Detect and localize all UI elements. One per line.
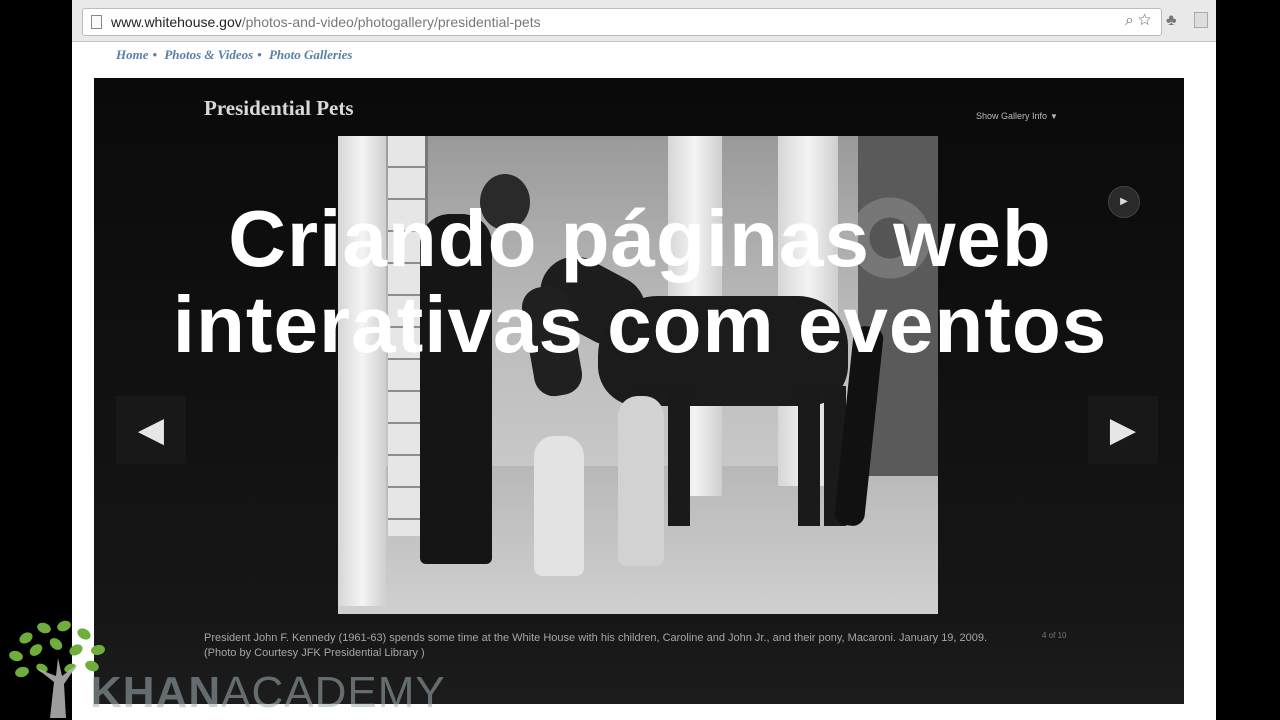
breadcrumb: Home • Photos & Videos • Photo Galleries — [116, 47, 356, 63]
url-text[interactable]: www.whitehouse.gov/photos-and-video/phot… — [111, 14, 541, 30]
breadcrumb-separator: • — [257, 47, 262, 62]
page-icon — [91, 15, 102, 29]
breadcrumb-photo-galleries[interactable]: Photo Galleries — [269, 47, 352, 62]
breadcrumb-photos-videos[interactable]: Photos & Videos — [164, 47, 253, 62]
breadcrumb-separator: • — [152, 47, 158, 62]
extension-puzzle-icon[interactable]: ♣ — [1166, 12, 1177, 30]
photo-child — [534, 436, 584, 576]
wordmark-khan: KHAN — [90, 668, 222, 717]
photo-caption: President John F. Kennedy (1961-63) spen… — [204, 632, 988, 659]
gallery-title: Presidential Pets — [204, 96, 354, 120]
zoom-icon[interactable]: ⌕ — [1125, 12, 1138, 29]
show-gallery-info-toggle[interactable]: Show Gallery Info ▼ — [976, 111, 1058, 121]
photo-counter: 4 of 10 — [1042, 631, 1067, 640]
previous-photo-button[interactable]: ◀ — [116, 396, 186, 464]
omnibox-icons: ⌕☆ — [1125, 12, 1155, 30]
overlay-title-line-2: interativas com eventos — [172, 280, 1108, 369]
photo-child — [618, 396, 664, 566]
chevron-left-icon: ◀ — [137, 411, 165, 449]
next-photo-button[interactable]: ▶ — [1088, 396, 1158, 464]
photo-pony-leg — [668, 386, 690, 526]
photo-pony-leg — [798, 386, 820, 526]
url-host: www.whitehouse.gov — [111, 14, 242, 30]
video-title-overlay: Criando páginas web interativas com even… — [0, 196, 1280, 368]
browser-toolbar: www.whitehouse.gov/photos-and-video/phot… — [72, 0, 1216, 42]
overlay-title-line-1: Criando páginas web — [228, 194, 1052, 283]
breadcrumb-home[interactable]: Home — [116, 47, 149, 62]
address-bar[interactable]: www.whitehouse.gov/photos-and-video/phot… — [82, 8, 1162, 36]
khan-academy-wordmark: KHANACADEMY — [90, 668, 446, 718]
chevron-right-icon: ▶ — [1109, 411, 1137, 449]
gallery-info-label: Show Gallery Info — [976, 111, 1048, 121]
photo-gallery: Presidential Pets Show Gallery Info ▼ ▶ ◀… — [94, 78, 1184, 704]
url-path: /photos-and-video/photogallery/president… — [241, 14, 541, 30]
browser-menu-icon[interactable] — [1194, 12, 1208, 28]
wordmark-academy: ACADEMY — [221, 668, 446, 717]
bookmark-star-icon[interactable]: ☆ — [1138, 12, 1155, 29]
caret-down-icon: ▼ — [1050, 112, 1058, 121]
